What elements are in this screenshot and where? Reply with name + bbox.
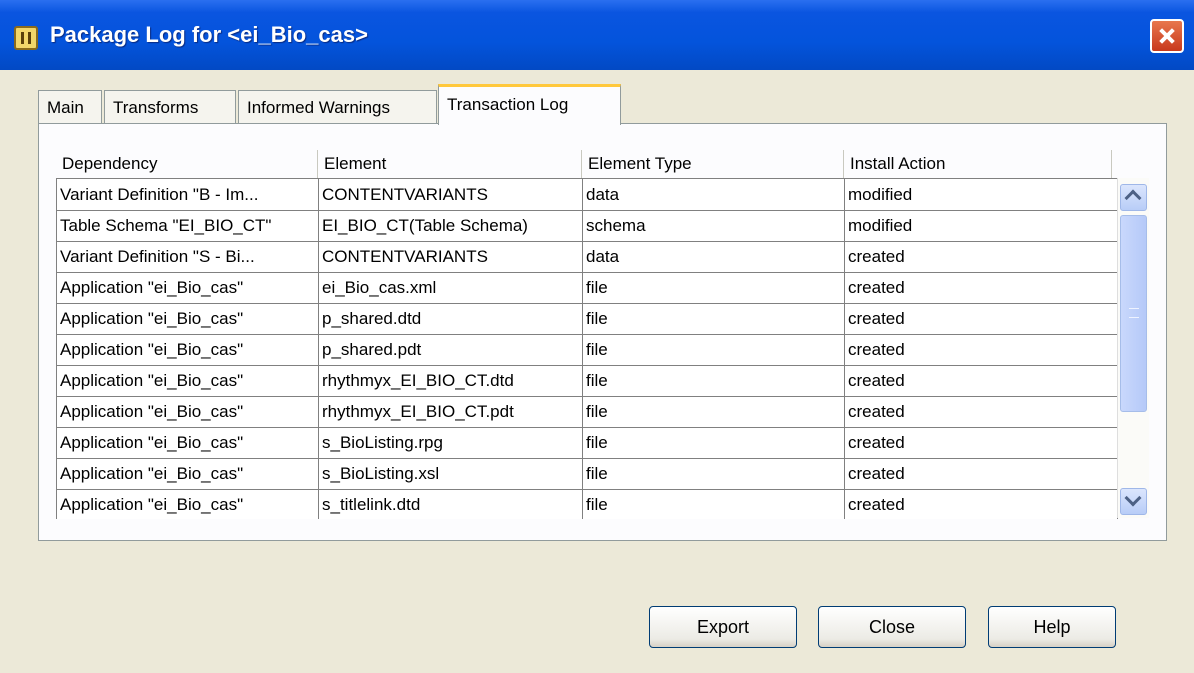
cell-install-action: created (845, 241, 1118, 273)
cell-install-action: created (845, 334, 1118, 366)
cell-element: rhythmyx_EI_BIO_CT.dtd (319, 365, 583, 397)
cell-element: p_shared.dtd (319, 303, 583, 335)
package-icon (14, 26, 38, 50)
cell-element-type: schema (583, 210, 845, 242)
cell-dependency: Variant Definition "S - Bi... (57, 241, 319, 273)
tab-transaction-log[interactable]: Transaction Log (438, 84, 621, 125)
cell-dependency: Application "ei_Bio_cas" (57, 303, 319, 335)
window-title: Package Log for <ei_Bio_cas> (50, 22, 368, 47)
column-header-dependency[interactable]: Dependency (56, 150, 318, 178)
cell-element: p_shared.pdt (319, 334, 583, 366)
cell-element-type: file (583, 458, 845, 490)
cell-element: s_BioListing.xsl (319, 458, 583, 490)
table-row[interactable]: Variant Definition "S - Bi... CONTENTVARI… (57, 241, 1118, 273)
table-row[interactable]: Application "ei_Bio_cas" s_titlelink.dtd f… (57, 489, 1118, 519)
table-row[interactable]: Application "ei_Bio_cas" p_shared.dtd file… (57, 303, 1118, 335)
cell-dependency: Application "ei_Bio_cas" (57, 427, 319, 459)
cell-dependency: Application "ei_Bio_cas" (57, 458, 319, 490)
cell-element: CONTENTVARIANTS (319, 179, 583, 211)
scroll-up-button[interactable] (1120, 184, 1147, 211)
table-row[interactable]: Application "ei_Bio_cas" p_shared.pdt file… (57, 334, 1118, 366)
cell-dependency: Application "ei_Bio_cas" (57, 334, 319, 366)
cell-element-type: file (583, 427, 845, 459)
vertical-scrollbar[interactable] (1117, 178, 1149, 518)
cell-dependency: Application "ei_Bio_cas" (57, 489, 319, 519)
grip-icon (1129, 308, 1139, 318)
cell-install-action: created (845, 272, 1118, 304)
scroll-down-button[interactable] (1120, 488, 1147, 515)
chevron-up-icon (1124, 189, 1142, 207)
column-header-install-action[interactable]: Install Action (844, 150, 1112, 178)
close-button[interactable]: Close (818, 606, 966, 648)
close-window-button[interactable] (1150, 19, 1184, 53)
tab-informed-warnings[interactable]: Informed Warnings (238, 90, 437, 124)
cell-install-action: created (845, 303, 1118, 335)
title-bar[interactable]: Package Log for <ei_Bio_cas> (0, 0, 1194, 70)
cell-element: CONTENTVARIANTS (319, 241, 583, 273)
chevron-down-icon (1124, 489, 1142, 507)
cell-element: rhythmyx_EI_BIO_CT.pdt (319, 396, 583, 428)
table-row[interactable]: Application "ei_Bio_cas" rhythmyx_EI_BIO_… (57, 365, 1118, 397)
table-header: Dependency Element Element Type Install … (56, 150, 1116, 178)
cell-element-type: file (583, 489, 845, 519)
table-row[interactable]: Table Schema "EI_BIO_CT" EI_BIO_CT(Table … (57, 210, 1118, 242)
table-row[interactable]: Variant Definition "B - Im... CONTENTVARI… (57, 179, 1118, 211)
cell-element: s_BioListing.rpg (319, 427, 583, 459)
table-body[interactable]: Variant Definition "B - Im... CONTENTVARI… (56, 178, 1118, 519)
table-row[interactable]: Application "ei_Bio_cas" rhythmyx_EI_BIO_… (57, 396, 1118, 428)
transaction-table: Dependency Element Element Type Install … (56, 150, 1149, 519)
export-button[interactable]: Export (649, 606, 797, 648)
column-header-element-type[interactable]: Element Type (582, 150, 844, 178)
cell-element-type: file (583, 365, 845, 397)
cell-install-action: created (845, 489, 1118, 519)
cell-dependency: Application "ei_Bio_cas" (57, 365, 319, 397)
package-log-window: Package Log for <ei_Bio_cas> Main Transf… (0, 0, 1194, 673)
cell-install-action: created (845, 396, 1118, 428)
cell-element: s_titlelink.dtd (319, 489, 583, 519)
cell-install-action: created (845, 427, 1118, 459)
cell-element: ei_Bio_cas.xml (319, 272, 583, 304)
cell-dependency: Application "ei_Bio_cas" (57, 396, 319, 428)
cell-install-action: modified (845, 210, 1118, 242)
scroll-thumb[interactable] (1120, 215, 1147, 412)
cell-element-type: file (583, 303, 845, 335)
cell-dependency: Application "ei_Bio_cas" (57, 272, 319, 304)
table-row[interactable]: Application "ei_Bio_cas" ei_Bio_cas.xml fi… (57, 272, 1118, 304)
column-header-element[interactable]: Element (318, 150, 582, 178)
cell-element-type: data (583, 179, 845, 211)
tab-main[interactable]: Main (38, 90, 102, 124)
tab-transforms[interactable]: Transforms (104, 90, 236, 124)
cell-element: EI_BIO_CT(Table Schema) (319, 210, 583, 242)
cell-dependency: Variant Definition "B - Im... (57, 179, 319, 211)
cell-install-action: created (845, 365, 1118, 397)
cell-element-type: data (583, 241, 845, 273)
cell-element-type: file (583, 396, 845, 428)
cell-element-type: file (583, 334, 845, 366)
table-row[interactable]: Application "ei_Bio_cas" s_BioListing.xsl… (57, 458, 1118, 490)
cell-element-type: file (583, 272, 845, 304)
cell-dependency: Table Schema "EI_BIO_CT" (57, 210, 319, 242)
help-button[interactable]: Help (988, 606, 1116, 648)
cell-install-action: modified (845, 179, 1118, 211)
cell-install-action: created (845, 458, 1118, 490)
table-row[interactable]: Application "ei_Bio_cas" s_BioListing.rpg… (57, 427, 1118, 459)
